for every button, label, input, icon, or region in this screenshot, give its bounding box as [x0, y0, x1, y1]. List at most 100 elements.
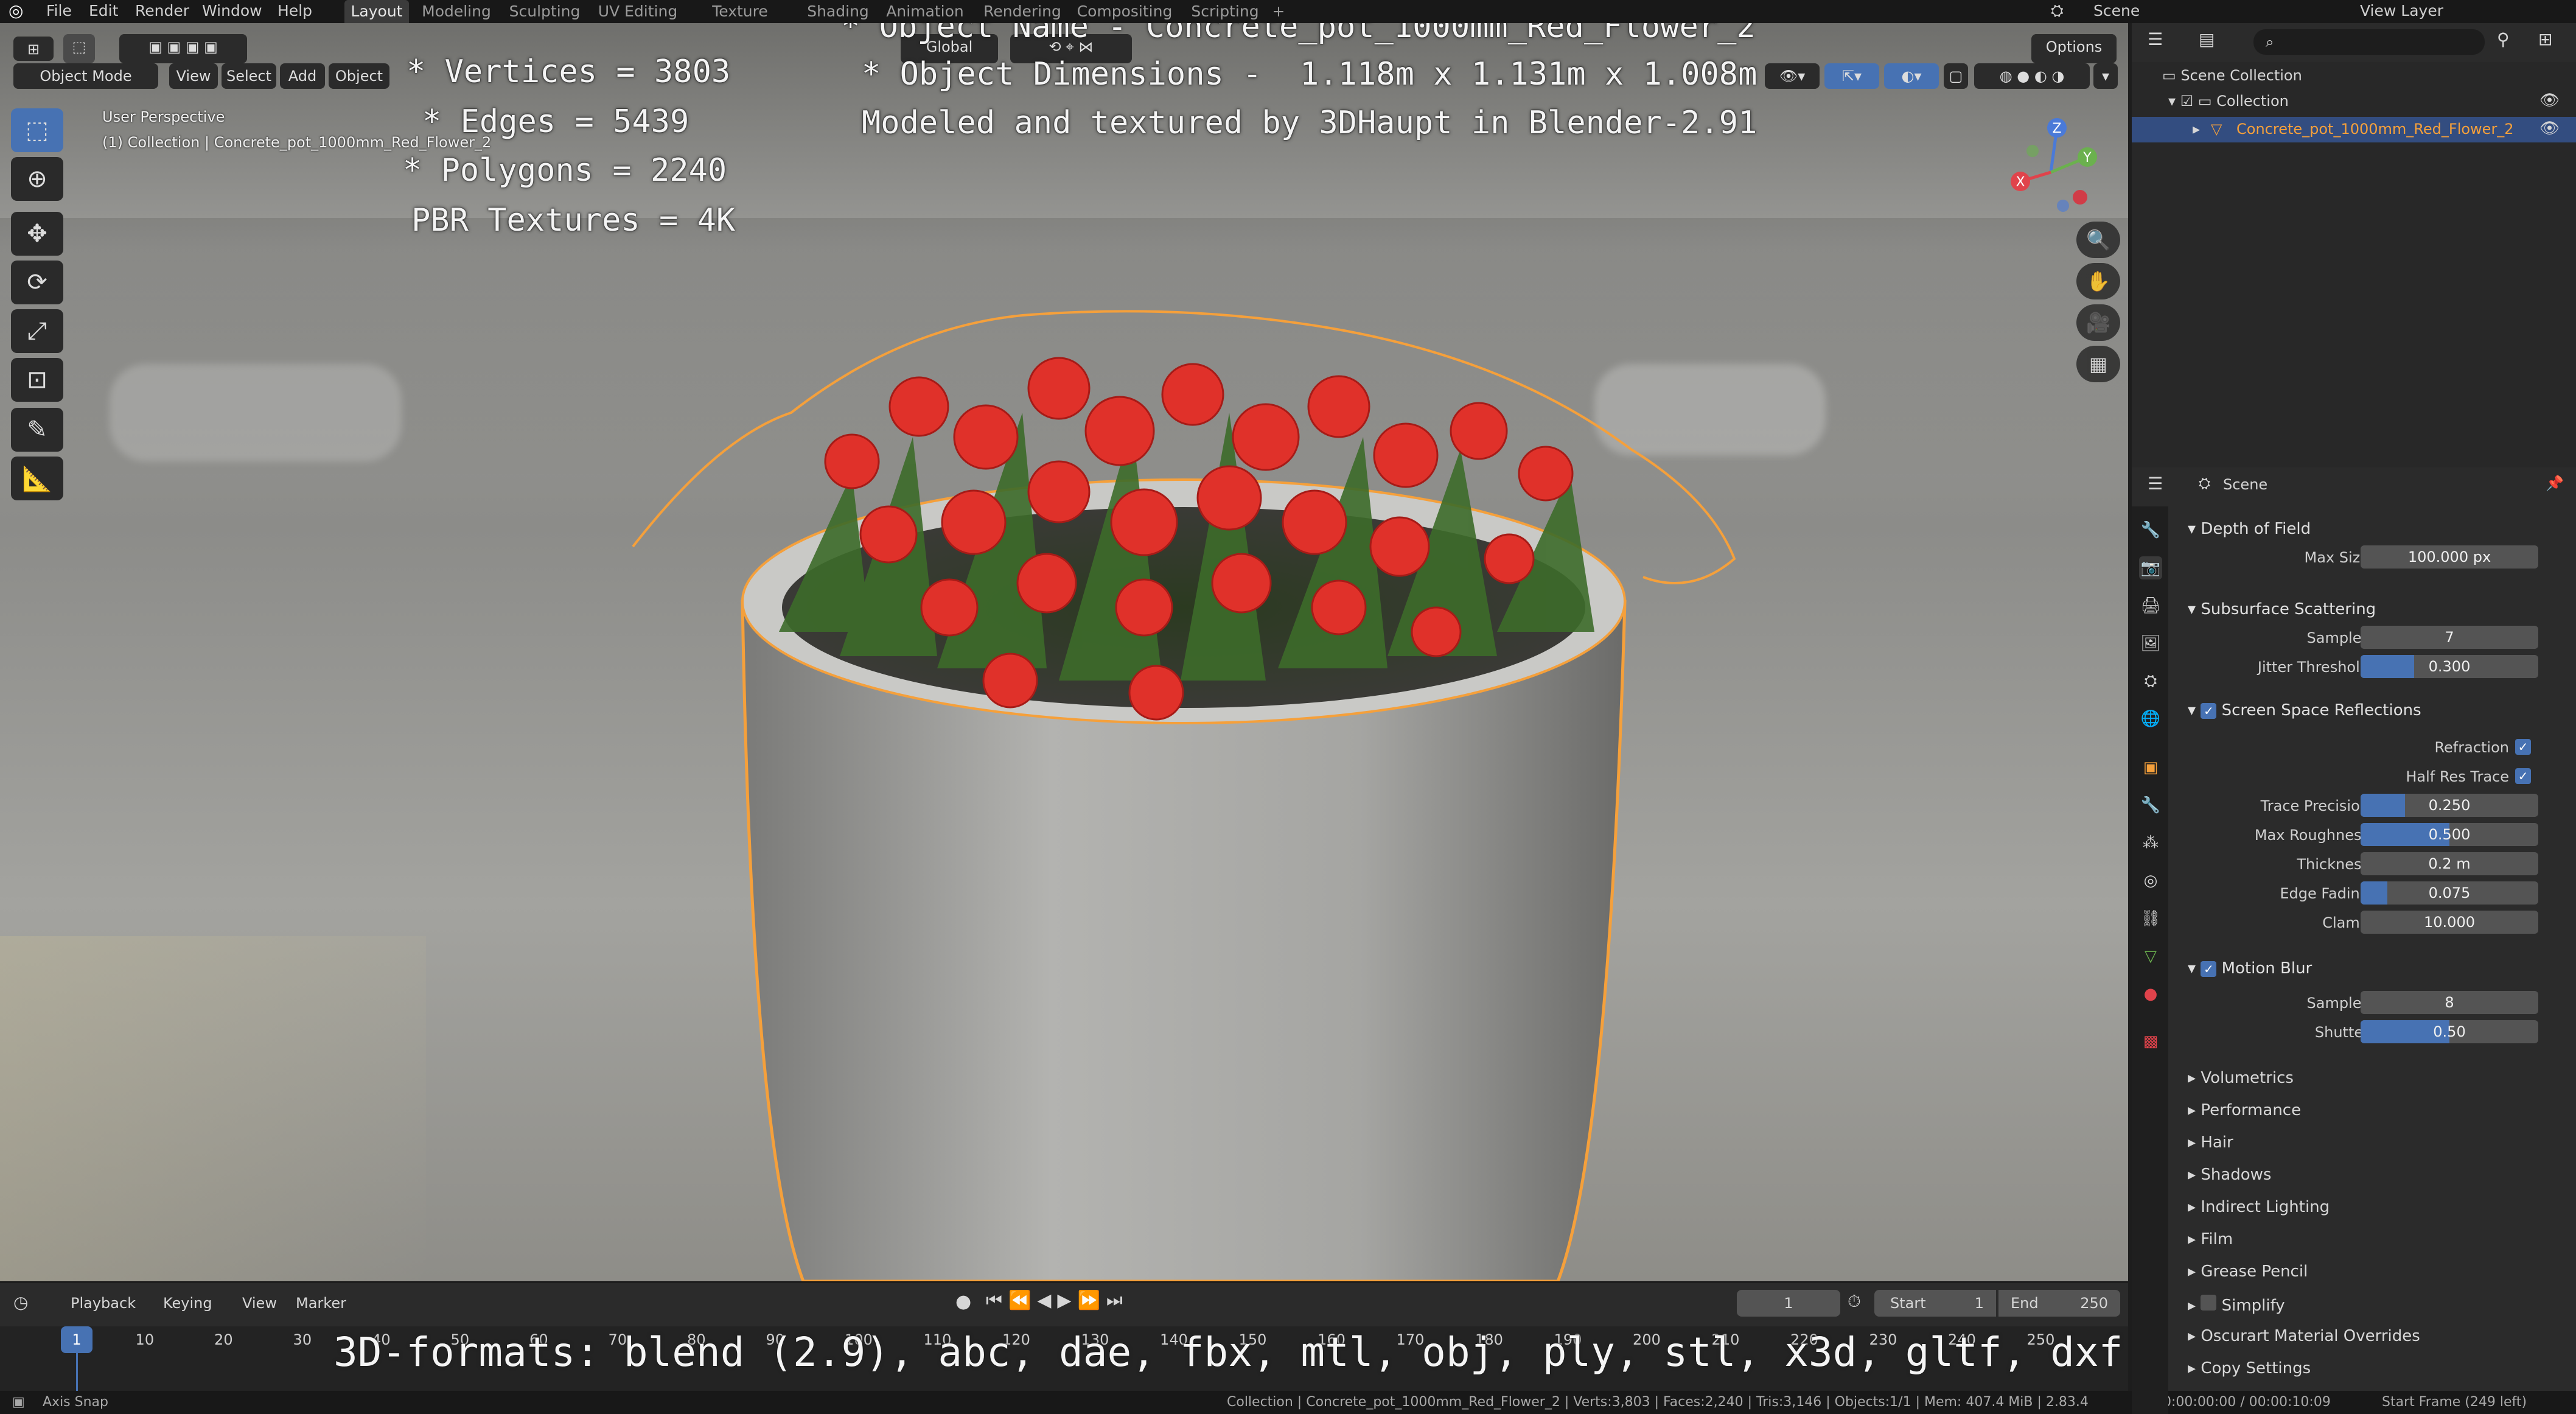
trace-precision-slider[interactable]: 0.250	[2361, 794, 2538, 817]
checkbox-icon[interactable]: ☑	[2180, 93, 2198, 110]
tool-tab-icon[interactable]: 🔧	[2139, 519, 2162, 542]
panel-hair[interactable]: ▸ Hair	[2188, 1133, 2233, 1152]
3d-viewport[interactable]: ⊞ ⬚ ▣ ▣ ▣ ▣ Object Mode View Select Add …	[0, 23, 2128, 1281]
render-tab-icon[interactable]: 📷	[2139, 556, 2162, 579]
menu-object[interactable]: Object	[329, 63, 389, 89]
menu-render[interactable]: Render	[135, 2, 189, 20]
tab-compositing[interactable]: Compositing	[1076, 0, 1173, 23]
outliner[interactable]: ☰ ▤ ⌕ ⚲ ⊞ ▭ Scene Collection ▾ ☑ ▭ Colle…	[2132, 23, 2576, 467]
constraints-tab-icon[interactable]: ⛓	[2139, 907, 2162, 930]
new-collection-icon[interactable]: ⊞	[2538, 29, 2552, 49]
tab-texture-paint[interactable]: Texture Paint	[691, 0, 789, 43]
outliner-row-collection[interactable]: ▾ ☑ ▭ Collection	[2168, 93, 2289, 110]
eye-icon[interactable]: 👁	[2539, 91, 2560, 110]
clock-icon[interactable]: ⏱	[1848, 1291, 1861, 1312]
output-tab-icon[interactable]: 🖨	[2139, 594, 2162, 617]
gizmo-toggle-icon[interactable]: ⇱▾	[1824, 63, 1879, 89]
edge-fading-slider[interactable]: 0.075	[2361, 881, 2538, 905]
playback-controls-icon[interactable]: ⏮⏪◀▶⏩⏭	[986, 1290, 1129, 1311]
panel-shadows[interactable]: ▸ Shadows	[2188, 1166, 2271, 1184]
ortho-grid-icon[interactable]: ▦	[2076, 346, 2120, 382]
scene-selector[interactable]: Scene	[2093, 2, 2140, 20]
panel-volumetrics[interactable]: ▸ Volumetrics	[2188, 1069, 2294, 1087]
panel-simplify[interactable]: ▸ Simplify	[2188, 1295, 2285, 1315]
menu-help[interactable]: Help	[277, 2, 312, 20]
start-frame-field[interactable]: Start 1	[1874, 1290, 1996, 1317]
concrete-pot-with-flowers[interactable]	[596, 291, 1777, 1281]
panel-screen-space-reflections[interactable]: ▾ ✓ Screen Space Reflections	[2188, 701, 2421, 719]
view-layer-selector[interactable]: View Layer	[2360, 2, 2443, 20]
select-box-icon[interactable]: ⬚	[63, 34, 95, 63]
panel-film[interactable]: ▸ Film	[2188, 1230, 2233, 1248]
menu-edit[interactable]: Edit	[89, 2, 118, 20]
add-workspace-icon[interactable]: +	[1269, 0, 1288, 23]
panel-depth-of-field[interactable]: ▾ Depth of Field	[2188, 520, 2311, 538]
display-mode-icon[interactable]: ▤	[2199, 29, 2215, 49]
max-size-field[interactable]: 100.000 px	[2361, 545, 2538, 569]
panel-indirect-lighting[interactable]: ▸ Indirect Lighting	[2188, 1198, 2330, 1216]
tab-rendering[interactable]: Rendering	[980, 0, 1065, 23]
menu-timeline-view[interactable]: View	[242, 1295, 277, 1312]
modifier-tab-icon[interactable]: 🔧	[2139, 794, 2162, 817]
mb-samples-field[interactable]: 8	[2361, 991, 2538, 1014]
eye-icon[interactable]: 👁	[2539, 119, 2560, 138]
shading-options-icon[interactable]: ▾	[2093, 63, 2118, 89]
menu-view[interactable]: View	[169, 63, 218, 89]
outliner-row-object[interactable]: ▸ ▽ Concrete_pot_1000mm_Red_Flower_2 👁	[2132, 117, 2576, 142]
particles-tab-icon[interactable]: ⁂	[2139, 831, 2162, 855]
options-button[interactable]: Options	[2031, 34, 2117, 63]
outliner-row-scene-collection[interactable]: ▭ Scene Collection	[2162, 67, 2302, 84]
end-frame-field[interactable]: End 250	[1998, 1290, 2120, 1317]
record-icon[interactable]: ●	[955, 1291, 971, 1312]
properties-editor-icon[interactable]: ☰	[2148, 474, 2163, 494]
panel-oscurart-material-overrides[interactable]: ▸ Oscurart Material Overrides	[2188, 1327, 2420, 1345]
refraction-checkbox[interactable]: ✓	[2515, 739, 2531, 755]
world-tab-icon[interactable]: 🌐	[2139, 707, 2162, 730]
tab-sculpting[interactable]: Sculpting	[505, 0, 584, 23]
mode-selector[interactable]: Object Mode	[13, 63, 158, 89]
menu-file[interactable]: File	[46, 2, 72, 20]
tab-layout[interactable]: Layout	[344, 0, 409, 23]
expand-arrow-icon[interactable]: ▸	[2193, 121, 2200, 138]
simplify-checkbox[interactable]	[2201, 1295, 2217, 1311]
cursor-tool-icon[interactable]: ⊕	[11, 157, 63, 201]
blender-logo-icon[interactable]: ◎	[9, 2, 23, 20]
xray-icon[interactable]: ▢	[1944, 63, 1968, 89]
visibility-icon[interactable]: 👁▾	[1765, 63, 1820, 89]
panel-performance[interactable]: ▸ Performance	[2188, 1101, 2301, 1119]
expand-arrow-icon[interactable]: ▾	[2168, 93, 2180, 110]
sss-samples-field[interactable]: 7	[2361, 626, 2538, 649]
texture-tab-icon[interactable]: ▩	[2139, 1030, 2162, 1053]
properties-editor[interactable]: ☰ ⛭ Scene 📌 🔧 📷 🖨 🖼 ⛭ 🌐 ▣ 🔧 ⁂ ◎ ⛓ ▽ ● ▩ …	[2132, 467, 2576, 1414]
menu-select[interactable]: Select	[222, 63, 276, 89]
transform-tool-icon[interactable]: ⊡	[11, 358, 63, 402]
overlay-toggle-icon[interactable]: ◐▾	[1884, 63, 1939, 89]
panel-subsurface-scattering[interactable]: ▾ Subsurface Scattering	[2188, 600, 2376, 618]
menu-add[interactable]: Add	[280, 63, 325, 89]
outliner-editor-icon[interactable]: ☰	[2148, 29, 2163, 49]
clamp-field[interactable]: 10.000	[2361, 911, 2538, 934]
rotate-tool-icon[interactable]: ⟳	[11, 261, 63, 304]
ssr-checkbox[interactable]: ✓	[2201, 703, 2217, 719]
panel-copy-settings[interactable]: ▸ Copy Settings	[2188, 1359, 2311, 1377]
axis-gizmo-icon[interactable]: Z Y X	[1996, 114, 2106, 224]
menu-keying[interactable]: Keying	[163, 1295, 212, 1312]
annotate-tool-icon[interactable]: ✎	[11, 408, 63, 452]
camera-view-icon[interactable]: 🎥	[2076, 304, 2120, 341]
pan-hand-icon[interactable]: ✋	[2076, 263, 2120, 299]
timeline-editor[interactable]: ◷ Playback Keying View Marker ● ⏮⏪◀▶⏩⏭ 1…	[0, 1281, 2128, 1392]
material-tab-icon[interactable]: ●	[2139, 982, 2162, 1006]
motion-blur-checkbox[interactable]: ✓	[2201, 961, 2217, 977]
half-res-trace-checkbox[interactable]: ✓	[2515, 768, 2531, 784]
measure-tool-icon[interactable]: 📐	[11, 457, 63, 500]
mesh-data-tab-icon[interactable]: ▽	[2139, 945, 2162, 968]
tab-shading[interactable]: Shading	[805, 0, 871, 23]
filter-icon[interactable]: ⚲	[2497, 29, 2510, 49]
navigation-gizmo[interactable]: Z Y X	[1996, 114, 2106, 224]
zoom-icon[interactable]: 🔍	[2076, 222, 2120, 258]
panel-motion-blur[interactable]: ▾ ✓ Motion Blur	[2188, 959, 2312, 978]
shading-mode-icons[interactable]: ◍ ● ◐ ◑	[1974, 63, 2090, 89]
scale-tool-icon[interactable]: ⤢	[11, 309, 63, 353]
tab-uv-editing[interactable]: UV Editing	[595, 0, 680, 23]
playhead-frame[interactable]: 1	[61, 1326, 92, 1353]
